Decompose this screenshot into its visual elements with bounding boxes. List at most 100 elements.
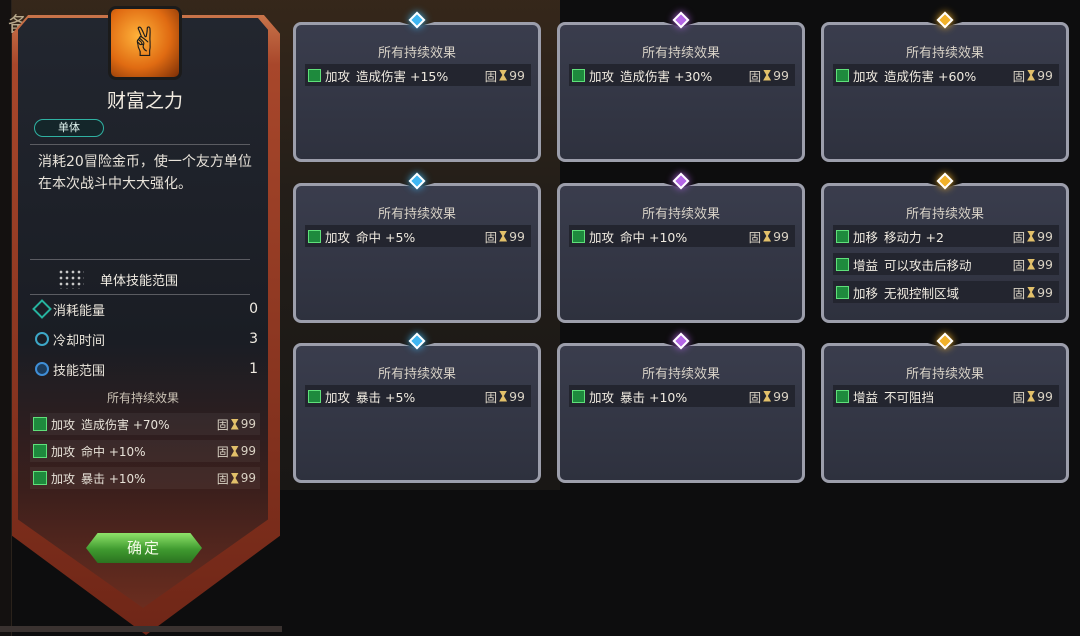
attack-buff-icon — [33, 444, 47, 458]
card-effect-row: 加移 无视控制区域 固 99 — [833, 281, 1059, 303]
stat-row-energy-cost: 消耗能量 0 — [32, 298, 258, 320]
up-arrow-buff-icon — [836, 257, 849, 271]
fixed-label: 固 — [216, 444, 229, 459]
effect-card: 所有持续效果 加攻 造成伤害 +15% 固 99 — [293, 11, 541, 162]
hourglass-icon — [763, 230, 772, 242]
effect-text: 造成伤害 +15% — [356, 68, 449, 84]
card-effect-row: 加攻 造成伤害 +60% 固 99 — [833, 64, 1059, 86]
card-title: 所有持续效果 — [641, 207, 720, 222]
card-effect-row: 增益 不可阻挡 固 99 — [833, 385, 1059, 407]
effect-kind: 加攻 — [325, 229, 351, 245]
up-arrow-buff-icon — [836, 389, 849, 403]
range-info-icon — [35, 362, 49, 376]
hourglass-icon — [499, 69, 508, 81]
fixed-label: 固 — [1012, 257, 1026, 273]
card-effect-row: 增益 可以攻击后移动 固 99 — [833, 253, 1059, 275]
fixed-label: 固 — [216, 417, 229, 432]
hand-gesture-coin-icon: ✌ — [128, 20, 162, 66]
card-title: 所有持续效果 — [905, 367, 984, 382]
effect-text: 暴击 +10% — [620, 389, 688, 405]
effect-kind: 加攻 — [589, 229, 615, 245]
card-effect-row: 加攻 命中 +10% 固 99 — [569, 225, 795, 247]
card-effect-row: 加攻 暴击 +10% 固 99 — [569, 385, 795, 407]
attack-buff-icon — [308, 68, 321, 82]
hourglass-icon — [1027, 390, 1036, 402]
effect-text: 暴击 +10% — [81, 471, 146, 486]
duration-value: 99 — [240, 471, 256, 485]
divider — [30, 259, 250, 260]
stat-label: 消耗能量 — [53, 303, 106, 319]
card-effect-row: 加攻 暴击 +5% 固 99 — [305, 385, 531, 407]
effect-card: 所有持续效果 加移 移动力 +2 固 99 增益 可以攻击后移动固 99 加移 无视控制区域固 99 — [821, 172, 1069, 323]
effect-text: 可以攻击后移动 — [884, 257, 972, 273]
card-title: 所有持续效果 — [641, 367, 720, 382]
stat-label: 技能范围 — [53, 363, 106, 379]
card-title: 所有持续效果 — [905, 207, 984, 222]
card-title: 所有持续效果 — [905, 46, 984, 61]
duration-value: 99 — [240, 444, 256, 458]
stat-row-range: 技能范围 1 — [32, 358, 258, 380]
attack-buff-icon — [572, 229, 585, 243]
duration-value: 99 — [773, 67, 789, 83]
card-title: 所有持续效果 — [377, 367, 456, 382]
hourglass-icon — [230, 445, 239, 457]
card-effect-row: 加移 移动力 +2 固 99 — [833, 225, 1059, 247]
effect-card: 所有持续效果 加攻 暴击 +5% 固 99 — [293, 332, 541, 483]
effect-card: 所有持续效果 加攻 命中 +5% 固 99 — [293, 172, 541, 323]
duration-value: 99 — [1037, 284, 1053, 300]
effect-kind: 加移 — [853, 229, 879, 245]
effect-text: 造成伤害 +70% — [81, 417, 170, 432]
duration-value: 99 — [509, 388, 525, 404]
cooldown-icon — [35, 332, 49, 346]
attack-buff-icon — [836, 68, 849, 82]
effects-section-title: 所有持续效果 — [106, 391, 179, 405]
attack-buff-icon — [308, 389, 321, 403]
skill-range-label: 单体技能范围 — [100, 273, 179, 289]
stat-row-cooldown: 冷却时间 3 — [32, 328, 258, 350]
attack-buff-icon — [836, 229, 849, 243]
fixed-label: 固 — [216, 471, 229, 486]
duration-value: 99 — [509, 228, 525, 244]
hourglass-icon — [1027, 286, 1036, 298]
effect-card: 所有持续效果加攻 命中 +10% 固 99 — [557, 172, 805, 323]
effect-text: 造成伤害 +30% — [620, 68, 713, 84]
duration-value: 99 — [240, 417, 256, 431]
hourglass-icon — [230, 472, 239, 484]
duration-value: 99 — [1037, 388, 1053, 404]
hourglass-icon — [763, 69, 772, 81]
hourglass-icon — [1027, 258, 1036, 270]
fixed-label: 固 — [1012, 68, 1026, 84]
effect-text: 无视控制区域 — [884, 285, 960, 301]
card-title: 所有持续效果 — [377, 46, 456, 61]
hourglass-icon — [499, 230, 508, 242]
effect-text: 造成伤害 +60% — [884, 68, 977, 84]
effect-row: 加攻 造成伤害 +70% 固 99 — [30, 413, 260, 435]
fixed-label: 固 — [1012, 285, 1026, 301]
confirm-button[interactable]: 确定 — [86, 533, 202, 563]
effect-kind: 加攻 — [853, 68, 879, 84]
range-grid-icon — [58, 269, 84, 289]
effect-kind: 加攻 — [325, 389, 351, 405]
effect-text: 命中 +10% — [620, 229, 688, 245]
skill-icon: ✌ — [108, 6, 182, 80]
hourglass-icon — [230, 418, 239, 430]
effect-kind: 加攻 — [589, 68, 615, 84]
divider — [30, 294, 250, 295]
hourglass-icon — [499, 390, 508, 402]
effect-row: 加攻 暴击 +10% 固 99 — [30, 467, 260, 489]
duration-value: 99 — [1037, 228, 1053, 244]
left-edge-strip — [0, 0, 12, 636]
effect-row: 加攻 命中 +10% 固 99 — [30, 440, 260, 462]
duration-value: 99 — [773, 388, 789, 404]
effect-card: 所有持续效果增益 不可阻挡 固 99 — [821, 332, 1069, 483]
duration-value: 99 — [1037, 67, 1053, 83]
energy-diamond-icon — [32, 299, 52, 319]
stat-value: 1 — [249, 361, 258, 377]
divider — [30, 144, 250, 145]
fixed-label: 固 — [1012, 229, 1026, 245]
fixed-label: 固 — [484, 389, 498, 405]
effect-kind: 加攻 — [51, 471, 76, 486]
duration-value: 99 — [773, 228, 789, 244]
duration-value: 99 — [509, 67, 525, 83]
skill-name: 财富之力 — [106, 90, 183, 112]
